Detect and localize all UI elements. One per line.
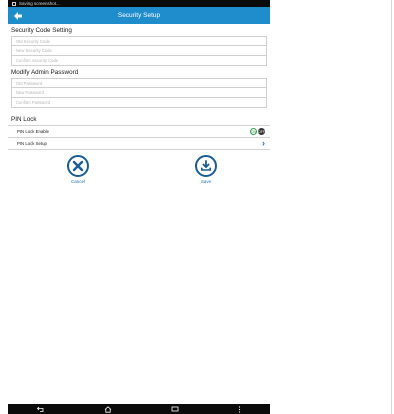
security-code-fields: Old Security Code New Security Code Conf… — [8, 36, 270, 66]
pin-lock-enable-row: PIN Lock Enable ON OFF — [8, 125, 270, 137]
save-label: Save — [200, 179, 212, 184]
security-code-heading: Security Code Setting — [11, 27, 72, 34]
admin-password-section: Modify Admin Password Old Password New P… — [8, 69, 270, 108]
confirm-password-field[interactable]: Confirm Password — [11, 98, 267, 108]
action-buttons: Cancel Save — [8, 150, 270, 210]
back-icon[interactable] — [37, 406, 45, 412]
app-bar: Security Setup — [8, 7, 270, 24]
old-security-code-field[interactable]: Old Security Code — [11, 36, 267, 46]
old-password-field[interactable]: Old Password — [11, 78, 267, 88]
status-bar: Saving screenshot... — [8, 0, 270, 7]
pin-lock-section: PIN Lock PIN Lock Enable ON OFF PIN Lock… — [8, 116, 270, 150]
toggle-off[interactable]: OFF — [258, 128, 265, 135]
menu-dots-icon[interactable] — [238, 405, 241, 413]
back-arrow-icon[interactable] — [13, 10, 25, 22]
home-icon[interactable] — [104, 405, 112, 413]
cancel-button[interactable]: Cancel — [48, 155, 108, 184]
pin-lock-enable-label: PIN Lock Enable — [17, 129, 50, 134]
close-icon[interactable] — [67, 155, 89, 177]
empty-canvas-area — [270, 0, 392, 414]
notification-text: Saving screenshot... — [19, 1, 60, 6]
save-button[interactable]: Save — [176, 155, 236, 184]
security-setup-screen: Saving screenshot... Security Setup Secu… — [8, 0, 271, 414]
download-save-icon[interactable] — [195, 155, 217, 177]
admin-password-fields: Old Password New Password Confirm Passwo… — [8, 78, 270, 108]
pin-lock-setup-row[interactable]: PIN Lock Setup › — [8, 137, 270, 150]
admin-password-heading: Modify Admin Password — [11, 69, 79, 76]
screenshot-icon — [12, 1, 16, 6]
pin-lock-setup-label: PIN Lock Setup — [17, 141, 47, 146]
pin-lock-rows: PIN Lock Enable ON OFF PIN Lock Setup › — [8, 125, 270, 150]
toggle-on[interactable]: ON — [250, 128, 257, 135]
new-password-field[interactable]: New Password — [11, 88, 267, 98]
cancel-label: Cancel — [70, 179, 85, 184]
confirm-security-code-field[interactable]: Confirm Security Code — [11, 56, 267, 66]
recent-apps-icon[interactable] — [171, 406, 179, 412]
security-code-section: Security Code Setting Old Security Code … — [8, 27, 270, 66]
chevron-right-icon[interactable]: › — [262, 139, 265, 148]
new-security-code-field[interactable]: New Security Code — [11, 46, 267, 56]
navigation-bar — [8, 404, 270, 414]
page-title: Security Setup — [117, 12, 161, 19]
pin-lock-heading: PIN Lock — [11, 116, 37, 123]
pin-lock-toggle[interactable]: ON OFF — [250, 128, 265, 135]
page: Saving screenshot... Security Setup Secu… — [0, 0, 394, 414]
